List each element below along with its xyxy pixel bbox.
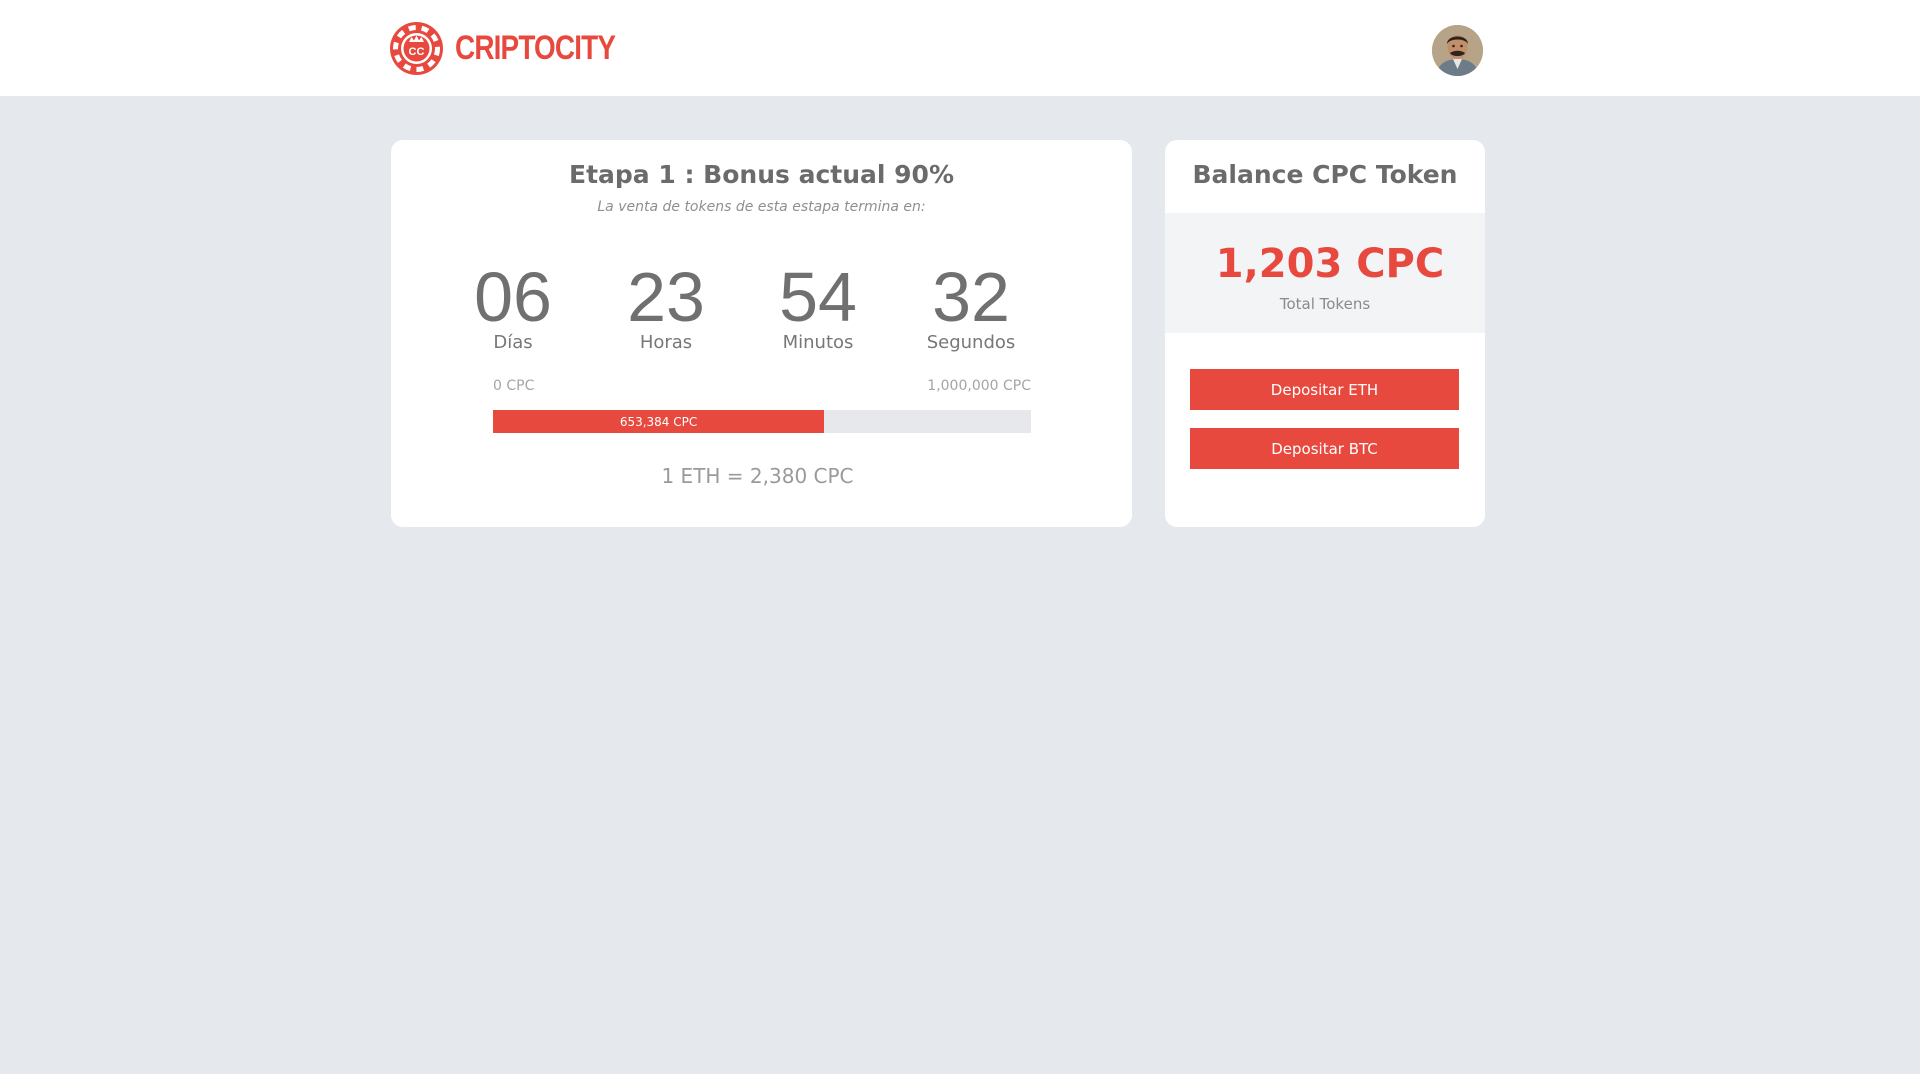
balance-title: Balance CPC Token bbox=[1192, 160, 1458, 189]
countdown-minutes: 54 Minutos bbox=[753, 258, 883, 353]
countdown-days: 06 Días bbox=[448, 258, 578, 353]
countdown-seconds-label: Segundos bbox=[926, 332, 1016, 353]
balance-caption: Total Tokens bbox=[1279, 295, 1371, 313]
top-navbar: CC CRIPTOCITY bbox=[0, 0, 1920, 96]
balance-summary: 1,203 CPC Total Tokens bbox=[1165, 213, 1485, 333]
poker-chip-crown-icon: CC bbox=[390, 22, 443, 75]
brand-name: CRIPTOCITY bbox=[455, 29, 616, 67]
logo-monogram: CC bbox=[409, 46, 425, 58]
countdown-seconds-value: 32 bbox=[932, 258, 1010, 336]
user-avatar-icon bbox=[1432, 25, 1483, 76]
deposit-eth-button[interactable]: Depositar ETH bbox=[1190, 369, 1459, 410]
stage-title: Etapa 1 : Bonus actual 90% bbox=[569, 160, 954, 189]
token-sale-stage-card: Etapa 1 : Bonus actual 90% La venta de t… bbox=[391, 140, 1132, 527]
balance-amount: 1,203 CPC bbox=[1215, 241, 1445, 287]
balance-card: Balance CPC Token 1,203 CPC Total Tokens… bbox=[1165, 140, 1485, 527]
stage-subtitle: La venta de tokens de esta estapa termin… bbox=[597, 199, 926, 215]
countdown-minutes-value: 54 bbox=[779, 258, 857, 336]
countdown-days-label: Días bbox=[493, 332, 533, 353]
countdown-minutes-label: Minutos bbox=[782, 332, 854, 353]
progress-max-label: 1,000,000 CPC bbox=[927, 378, 1031, 394]
user-avatar[interactable] bbox=[1432, 25, 1483, 76]
deposit-btc-button[interactable]: Depositar BTC bbox=[1190, 428, 1459, 469]
exchange-rate: 1 ETH = 2,380 CPC bbox=[661, 464, 854, 488]
progress-min-label: 0 CPC bbox=[493, 378, 535, 394]
countdown-days-value: 06 bbox=[474, 258, 552, 336]
brand-logo[interactable]: CC CRIPTOCITY bbox=[390, 22, 650, 75]
countdown-hours-label: Horas bbox=[639, 332, 693, 353]
countdown-seconds: 32 Segundos bbox=[906, 258, 1036, 353]
countdown-hours-value: 23 bbox=[627, 258, 705, 336]
progress-fill: 653,384 CPC bbox=[493, 410, 825, 433]
countdown-hours: 23 Horas bbox=[601, 258, 731, 353]
progress-current-label: 653,384 CPC bbox=[619, 414, 698, 429]
token-sale-progress-bar: 653,384 CPC bbox=[493, 410, 1031, 433]
